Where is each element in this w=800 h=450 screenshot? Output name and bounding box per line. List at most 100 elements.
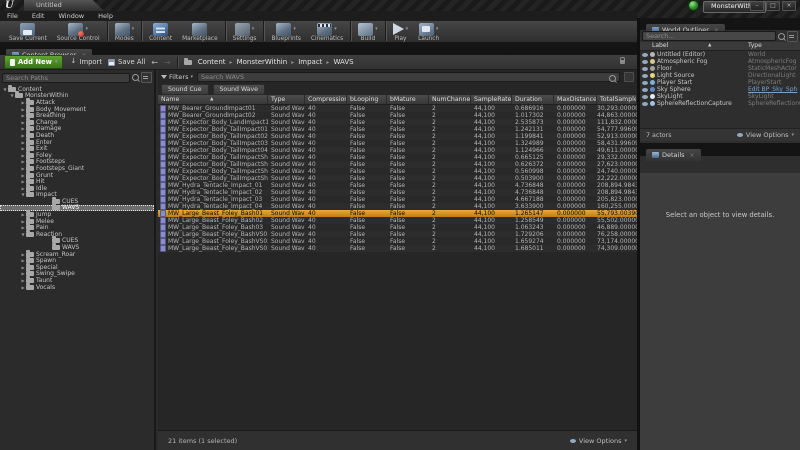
column-header-bmature[interactable]: bMature: [387, 95, 429, 104]
visibility-eye-icon[interactable]: [642, 102, 648, 106]
breadcrumb-item-monsterwithin[interactable]: MonsterWithin: [237, 58, 288, 66]
outliner-row-light-source[interactable]: Light SourceDirectionalLight: [640, 72, 800, 79]
edit-blueprint-link[interactable]: Edit BP_Sky_Sph: [748, 86, 800, 93]
visibility-eye-icon[interactable]: [642, 95, 648, 99]
sources-view-button[interactable]: [141, 72, 152, 83]
tree-item-hit[interactable]: ▶Hit: [0, 178, 154, 185]
tree-item-melee[interactable]: ▶Melee: [0, 218, 154, 225]
tree-item-exit[interactable]: ▶Exit: [0, 145, 154, 152]
table-row[interactable]: MW_Hydra_Tentacle_Impact_02Sound Wave40F…: [158, 189, 637, 196]
outliner-row-floor[interactable]: FloorStaticMeshActor: [640, 65, 800, 72]
search-paths-input[interactable]: [2, 73, 130, 83]
visibility-eye-icon[interactable]: [642, 53, 648, 57]
tree-item-breathing[interactable]: ▶Breathing: [0, 112, 154, 119]
toolbar-launch[interactable]: ▾Launch: [418, 22, 439, 42]
tree-item-swing-swipe[interactable]: ▶Swing_Swipe: [0, 271, 154, 278]
toolbar-save-current[interactable]: Save Current: [9, 22, 47, 42]
outliner-settings-button[interactable]: [787, 31, 798, 42]
outliner-row-player-start[interactable]: Player StartPlayerStart: [640, 79, 800, 86]
tree-item-wavs[interactable]: WAVS: [0, 244, 154, 251]
column-header-samplerate[interactable]: SampleRate: [471, 95, 512, 104]
tree-item-taunt[interactable]: ▶Taunt: [0, 277, 154, 284]
close-button[interactable]: ×: [782, 1, 796, 11]
table-row[interactable]: MW_Expector_Body_TailImpactShort02Sound …: [158, 161, 637, 168]
breadcrumb-item-wavs[interactable]: WAVS: [333, 58, 353, 66]
toolbar-marketplace[interactable]: Marketplace: [182, 22, 218, 42]
tree-item-special[interactable]: ▶Special: [0, 264, 154, 271]
forward-button[interactable]: →: [164, 58, 171, 67]
toolbar-play[interactable]: ▾Play: [393, 22, 409, 42]
filter-chip-sound-wave[interactable]: Sound Wave: [213, 84, 265, 95]
tree-item-vocals[interactable]: ▶Vocals: [0, 284, 154, 291]
visibility-eye-icon[interactable]: [642, 88, 648, 92]
table-row[interactable]: MW_Large_Beast_Foley_BashVS03Sound Wave4…: [158, 245, 637, 252]
save-all-button[interactable]: Save All: [108, 58, 145, 66]
tree-item-footsteps-giant[interactable]: ▶Footsteps_Giant: [0, 165, 154, 172]
chevron-down-icon[interactable]: ▾: [406, 26, 409, 32]
outliner-search-input[interactable]: [642, 31, 776, 41]
view-options-button[interactable]: View Options ▾: [570, 437, 627, 445]
lock-icon[interactable]: [620, 60, 625, 64]
table-row[interactable]: MW_Expector_Body_TailImpact02Sound Wave4…: [158, 133, 637, 140]
outliner-row-spherereflectioncapture[interactable]: SphereReflectionCaptureSphereReflectionC: [640, 100, 800, 107]
table-row[interactable]: MW_Hydra_Tentacle_Impact_01Sound Wave40F…: [158, 182, 637, 189]
visibility-eye-icon[interactable]: [642, 67, 648, 71]
menu-help[interactable]: Help: [91, 12, 120, 20]
tree-item-jump[interactable]: ▶Jump: [0, 211, 154, 218]
visibility-eye-icon[interactable]: [642, 60, 648, 64]
maximize-button[interactable]: □: [766, 1, 780, 11]
table-row[interactable]: MW_Expector_Body_TailImpact04Sound Wave4…: [158, 147, 637, 154]
type-column-header[interactable]: Type: [748, 42, 800, 50]
outliner-view-options-button[interactable]: View Options ▾: [737, 131, 794, 139]
table-row[interactable]: MW_Bearer_GroundImpact02Sound Wave40Fals…: [158, 112, 637, 119]
toolbar-build[interactable]: ▾Build: [358, 22, 378, 42]
tree-item-wavs[interactable]: WAVS: [0, 205, 154, 212]
table-row[interactable]: MW_Expector_Body_LandImpact1Sound Wave40…: [158, 119, 637, 126]
outliner-row-skylight[interactable]: SkyLightSkyLight: [640, 93, 800, 100]
chevron-down-icon[interactable]: ▾: [252, 26, 255, 32]
column-header-totalsamples[interactable]: TotalSamples: [597, 95, 637, 104]
breadcrumb-item-content[interactable]: Content: [198, 58, 226, 66]
visibility-eye-icon[interactable]: [642, 74, 648, 78]
add-new-button[interactable]: Add New ▾: [4, 55, 63, 69]
toolbar-modes[interactable]: ▾Modes: [115, 22, 135, 42]
tree-item-death[interactable]: ▶Death: [0, 132, 154, 139]
close-tab-icon[interactable]: ×: [690, 152, 695, 159]
import-button[interactable]: Import: [69, 58, 102, 66]
table-row[interactable]: MW_Expector_Body_TailImpactShort04Sound …: [158, 175, 637, 182]
level-tab[interactable]: Untitled: [24, 0, 104, 11]
tree-item-idle[interactable]: ▶Idle: [0, 185, 154, 192]
column-header-numchannels[interactable]: NumChannels: [429, 95, 471, 104]
chevron-down-icon[interactable]: ▾: [436, 26, 439, 32]
tree-item-scream-roar[interactable]: ▶Scream_Roar: [0, 251, 154, 258]
tree-item-body-movement[interactable]: ▶Body_Movement: [0, 106, 154, 113]
tree-item-enter[interactable]: ▶Enter: [0, 139, 154, 146]
toolbar-cinematics[interactable]: ▾Cinematics: [311, 22, 343, 42]
column-header-compressionqual[interactable]: CompressionQual: [305, 95, 347, 104]
tree-item-monsterwithin[interactable]: ▼MonsterWithin: [0, 93, 154, 100]
table-row[interactable]: MW_Large_Beast_Foley_Bash03Sound Wave40F…: [158, 224, 637, 231]
back-button[interactable]: ←: [151, 58, 158, 67]
chevron-down-icon[interactable]: ▾: [375, 26, 378, 32]
column-header-type[interactable]: Type: [268, 95, 305, 104]
tree-item-grunt[interactable]: ▶Grunt: [0, 172, 154, 179]
chevron-down-icon[interactable]: ▾: [132, 26, 135, 32]
column-header-name[interactable]: Name▲: [158, 95, 268, 104]
table-row[interactable]: MW_Expector_Body_TailImpactShort03Sound …: [158, 168, 637, 175]
table-row[interactable]: MW_Expector_Body_TailImpactShort01Sound …: [158, 154, 637, 161]
tree-item-damage[interactable]: ▶Damage: [0, 126, 154, 133]
table-row[interactable]: MW_Expector_Body_TailImpact03Sound Wave4…: [158, 140, 637, 147]
filter-chip-sound-cue[interactable]: Sound Cue: [161, 84, 209, 95]
minimize-button[interactable]: –: [750, 1, 764, 11]
table-row[interactable]: MW_Hydra_Tentacle_Impact_03Sound Wave40F…: [158, 196, 637, 203]
chevron-down-icon[interactable]: ▾: [85, 26, 88, 32]
tree-item-charge[interactable]: ▶Charge: [0, 119, 154, 126]
outliner-row-untitled-editor-[interactable]: Untitled (Editor)World: [640, 51, 800, 58]
tab-details[interactable]: Details ×: [646, 149, 701, 161]
tree-item-foley[interactable]: ▶Foley: [0, 152, 154, 159]
asset-search-input[interactable]: [197, 72, 620, 82]
column-header-blooping[interactable]: bLooping: [347, 95, 387, 104]
toolbar-settings[interactable]: ▾Settings: [233, 22, 257, 42]
toolbar-source-control[interactable]: ▾Source Control: [57, 22, 100, 42]
label-column-header[interactable]: Label: [640, 42, 748, 50]
